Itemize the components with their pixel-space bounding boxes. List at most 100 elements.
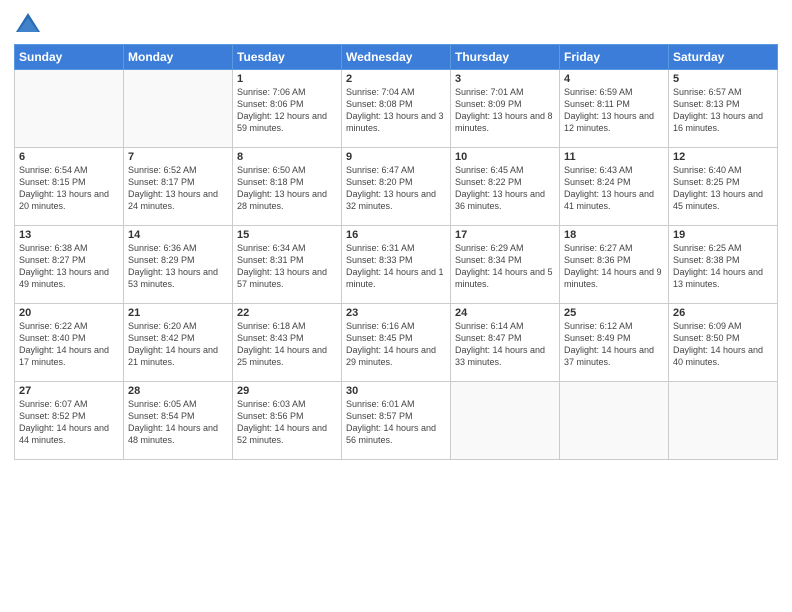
day-number: 20 [19,307,119,319]
day-number: 23 [346,307,446,319]
day-number: 1 [237,73,337,85]
table-row: 12Sunrise: 6:40 AM Sunset: 8:25 PM Dayli… [669,148,778,226]
logo-icon [14,10,42,38]
day-info: Sunrise: 7:01 AM Sunset: 8:09 PM Dayligh… [455,86,555,135]
table-row: 2Sunrise: 7:04 AM Sunset: 8:08 PM Daylig… [342,70,451,148]
day-number: 11 [564,151,664,163]
table-row: 21Sunrise: 6:20 AM Sunset: 8:42 PM Dayli… [124,304,233,382]
day-info: Sunrise: 6:25 AM Sunset: 8:38 PM Dayligh… [673,242,773,291]
day-number: 4 [564,73,664,85]
table-row: 11Sunrise: 6:43 AM Sunset: 8:24 PM Dayli… [560,148,669,226]
table-row: 20Sunrise: 6:22 AM Sunset: 8:40 PM Dayli… [15,304,124,382]
day-number: 25 [564,307,664,319]
day-number: 22 [237,307,337,319]
table-row: 4Sunrise: 6:59 AM Sunset: 8:11 PM Daylig… [560,70,669,148]
day-info: Sunrise: 6:59 AM Sunset: 8:11 PM Dayligh… [564,86,664,135]
day-number: 10 [455,151,555,163]
day-info: Sunrise: 6:38 AM Sunset: 8:27 PM Dayligh… [19,242,119,291]
table-row: 16Sunrise: 6:31 AM Sunset: 8:33 PM Dayli… [342,226,451,304]
table-row: 18Sunrise: 6:27 AM Sunset: 8:36 PM Dayli… [560,226,669,304]
day-number: 24 [455,307,555,319]
day-info: Sunrise: 6:45 AM Sunset: 8:22 PM Dayligh… [455,164,555,213]
day-info: Sunrise: 6:03 AM Sunset: 8:56 PM Dayligh… [237,398,337,447]
day-number: 15 [237,229,337,241]
calendar-header-row: Sunday Monday Tuesday Wednesday Thursday… [15,45,778,70]
day-info: Sunrise: 6:05 AM Sunset: 8:54 PM Dayligh… [128,398,228,447]
col-sunday: Sunday [15,45,124,70]
table-row: 1Sunrise: 7:06 AM Sunset: 8:06 PM Daylig… [233,70,342,148]
table-row: 8Sunrise: 6:50 AM Sunset: 8:18 PM Daylig… [233,148,342,226]
table-row: 14Sunrise: 6:36 AM Sunset: 8:29 PM Dayli… [124,226,233,304]
table-row: 7Sunrise: 6:52 AM Sunset: 8:17 PM Daylig… [124,148,233,226]
table-row [451,382,560,460]
table-row [669,382,778,460]
header [14,10,778,38]
col-tuesday: Tuesday [233,45,342,70]
table-row: 19Sunrise: 6:25 AM Sunset: 8:38 PM Dayli… [669,226,778,304]
day-info: Sunrise: 6:22 AM Sunset: 8:40 PM Dayligh… [19,320,119,369]
col-monday: Monday [124,45,233,70]
col-saturday: Saturday [669,45,778,70]
page: Sunday Monday Tuesday Wednesday Thursday… [0,0,792,612]
day-number: 21 [128,307,228,319]
day-number: 26 [673,307,773,319]
day-number: 5 [673,73,773,85]
calendar: Sunday Monday Tuesday Wednesday Thursday… [14,44,778,460]
day-info: Sunrise: 6:34 AM Sunset: 8:31 PM Dayligh… [237,242,337,291]
day-info: Sunrise: 6:47 AM Sunset: 8:20 PM Dayligh… [346,164,446,213]
col-thursday: Thursday [451,45,560,70]
col-friday: Friday [560,45,669,70]
table-row: 23Sunrise: 6:16 AM Sunset: 8:45 PM Dayli… [342,304,451,382]
calendar-week-row: 1Sunrise: 7:06 AM Sunset: 8:06 PM Daylig… [15,70,778,148]
day-info: Sunrise: 6:01 AM Sunset: 8:57 PM Dayligh… [346,398,446,447]
day-info: Sunrise: 6:36 AM Sunset: 8:29 PM Dayligh… [128,242,228,291]
table-row: 3Sunrise: 7:01 AM Sunset: 8:09 PM Daylig… [451,70,560,148]
day-info: Sunrise: 6:50 AM Sunset: 8:18 PM Dayligh… [237,164,337,213]
day-number: 19 [673,229,773,241]
table-row [15,70,124,148]
day-info: Sunrise: 6:31 AM Sunset: 8:33 PM Dayligh… [346,242,446,291]
table-row: 28Sunrise: 6:05 AM Sunset: 8:54 PM Dayli… [124,382,233,460]
calendar-week-row: 20Sunrise: 6:22 AM Sunset: 8:40 PM Dayli… [15,304,778,382]
day-number: 17 [455,229,555,241]
table-row: 30Sunrise: 6:01 AM Sunset: 8:57 PM Dayli… [342,382,451,460]
day-info: Sunrise: 6:18 AM Sunset: 8:43 PM Dayligh… [237,320,337,369]
table-row [560,382,669,460]
table-row [124,70,233,148]
table-row: 9Sunrise: 6:47 AM Sunset: 8:20 PM Daylig… [342,148,451,226]
table-row: 25Sunrise: 6:12 AM Sunset: 8:49 PM Dayli… [560,304,669,382]
day-info: Sunrise: 6:40 AM Sunset: 8:25 PM Dayligh… [673,164,773,213]
day-info: Sunrise: 6:20 AM Sunset: 8:42 PM Dayligh… [128,320,228,369]
day-info: Sunrise: 6:12 AM Sunset: 8:49 PM Dayligh… [564,320,664,369]
calendar-week-row: 6Sunrise: 6:54 AM Sunset: 8:15 PM Daylig… [15,148,778,226]
day-number: 28 [128,385,228,397]
day-number: 7 [128,151,228,163]
day-number: 2 [346,73,446,85]
table-row: 5Sunrise: 6:57 AM Sunset: 8:13 PM Daylig… [669,70,778,148]
table-row: 17Sunrise: 6:29 AM Sunset: 8:34 PM Dayli… [451,226,560,304]
col-wednesday: Wednesday [342,45,451,70]
day-info: Sunrise: 6:29 AM Sunset: 8:34 PM Dayligh… [455,242,555,291]
table-row: 29Sunrise: 6:03 AM Sunset: 8:56 PM Dayli… [233,382,342,460]
day-info: Sunrise: 6:54 AM Sunset: 8:15 PM Dayligh… [19,164,119,213]
day-info: Sunrise: 7:06 AM Sunset: 8:06 PM Dayligh… [237,86,337,135]
calendar-week-row: 27Sunrise: 6:07 AM Sunset: 8:52 PM Dayli… [15,382,778,460]
day-number: 13 [19,229,119,241]
table-row: 24Sunrise: 6:14 AM Sunset: 8:47 PM Dayli… [451,304,560,382]
table-row: 27Sunrise: 6:07 AM Sunset: 8:52 PM Dayli… [15,382,124,460]
day-number: 3 [455,73,555,85]
table-row: 13Sunrise: 6:38 AM Sunset: 8:27 PM Dayli… [15,226,124,304]
table-row: 26Sunrise: 6:09 AM Sunset: 8:50 PM Dayli… [669,304,778,382]
table-row: 6Sunrise: 6:54 AM Sunset: 8:15 PM Daylig… [15,148,124,226]
day-info: Sunrise: 7:04 AM Sunset: 8:08 PM Dayligh… [346,86,446,135]
day-number: 8 [237,151,337,163]
day-info: Sunrise: 6:16 AM Sunset: 8:45 PM Dayligh… [346,320,446,369]
day-info: Sunrise: 6:07 AM Sunset: 8:52 PM Dayligh… [19,398,119,447]
day-number: 18 [564,229,664,241]
day-number: 16 [346,229,446,241]
day-info: Sunrise: 6:43 AM Sunset: 8:24 PM Dayligh… [564,164,664,213]
logo [14,10,47,38]
day-info: Sunrise: 6:09 AM Sunset: 8:50 PM Dayligh… [673,320,773,369]
day-info: Sunrise: 6:14 AM Sunset: 8:47 PM Dayligh… [455,320,555,369]
day-number: 9 [346,151,446,163]
